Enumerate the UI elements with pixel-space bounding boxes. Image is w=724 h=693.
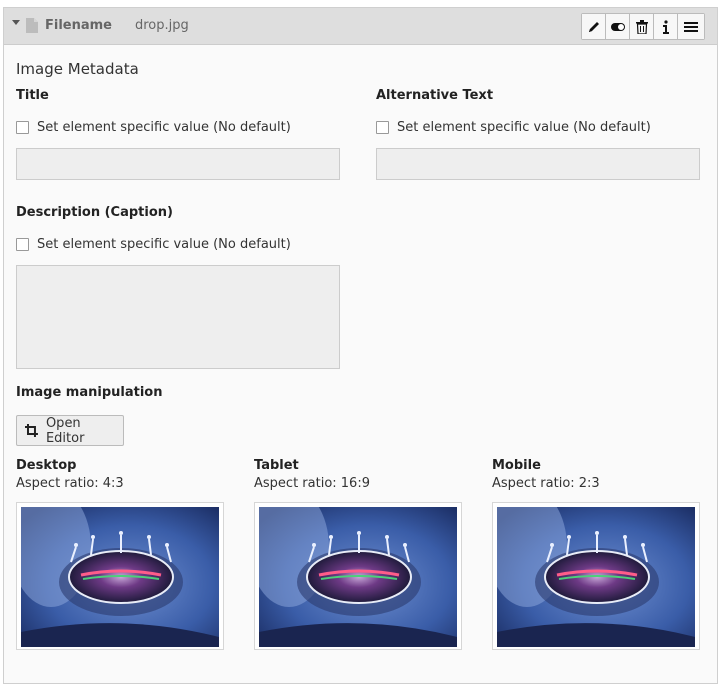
variant-tablet-ratio: Aspect ratio: 16:9 [254,476,370,491]
toggle-icon [610,22,625,31]
edit-button[interactable] [582,14,606,39]
description-label: Description (Caption) [16,205,173,220]
title-input[interactable] [16,148,340,180]
variant-tablet-thumbnail[interactable] [254,502,462,650]
image-manipulation-label: Image manipulation [16,385,163,400]
edit-icon [588,21,599,32]
info-icon [662,19,669,34]
variant-desktop-thumbnail[interactable] [16,502,224,650]
alt-text-label: Alternative Text [376,88,494,103]
alt-text-input[interactable] [376,148,700,180]
header-toolbar [581,13,705,40]
open-editor-button[interactable]: Open Editor [16,415,124,446]
file-icon [26,18,38,33]
checkbox-box[interactable] [376,121,389,134]
variant-tablet-title: Tablet [254,458,299,473]
variant-desktop-title: Desktop [16,458,77,473]
checkbox-label: Set element specific value (No default) [397,120,651,135]
panel-header[interactable]: Filename drop.jpg [4,8,717,45]
delete-button[interactable] [630,14,654,39]
description-override-checkbox[interactable]: Set element specific value (No default) [16,237,291,252]
description-textarea[interactable] [16,265,340,369]
water-drop-image [259,507,457,647]
trash-icon [635,19,648,34]
section-title: Image Metadata [16,60,139,78]
checkbox-box[interactable] [16,121,29,134]
checkbox-box[interactable] [16,238,29,251]
toggle-button[interactable] [606,14,630,39]
crop-icon [25,424,38,437]
collapse-caret-icon[interactable] [12,20,20,25]
open-editor-label: Open Editor [45,415,85,446]
filename-value: drop.jpg [135,18,189,33]
water-drop-image [497,507,695,647]
title-override-checkbox[interactable]: Set element specific value (No default) [16,120,291,135]
alt-text-override-checkbox[interactable]: Set element specific value (No default) [376,120,651,135]
info-button[interactable] [654,14,678,39]
checkbox-label: Set element specific value (No default) [37,120,291,135]
file-reference-panel: Filename drop.jpg Image Metadata Title S… [3,7,718,684]
title-label: Title [16,88,49,103]
variant-mobile-thumbnail[interactable] [492,502,700,650]
drag-handle-icon [684,21,698,32]
water-drop-image [21,507,219,647]
variant-mobile-ratio: Aspect ratio: 2:3 [492,476,600,491]
checkbox-label: Set element specific value (No default) [37,237,291,252]
filename-label: Filename [45,18,112,33]
variant-desktop-ratio: Aspect ratio: 4:3 [16,476,124,491]
menu-button[interactable] [678,14,704,39]
variant-mobile-title: Mobile [492,458,541,473]
